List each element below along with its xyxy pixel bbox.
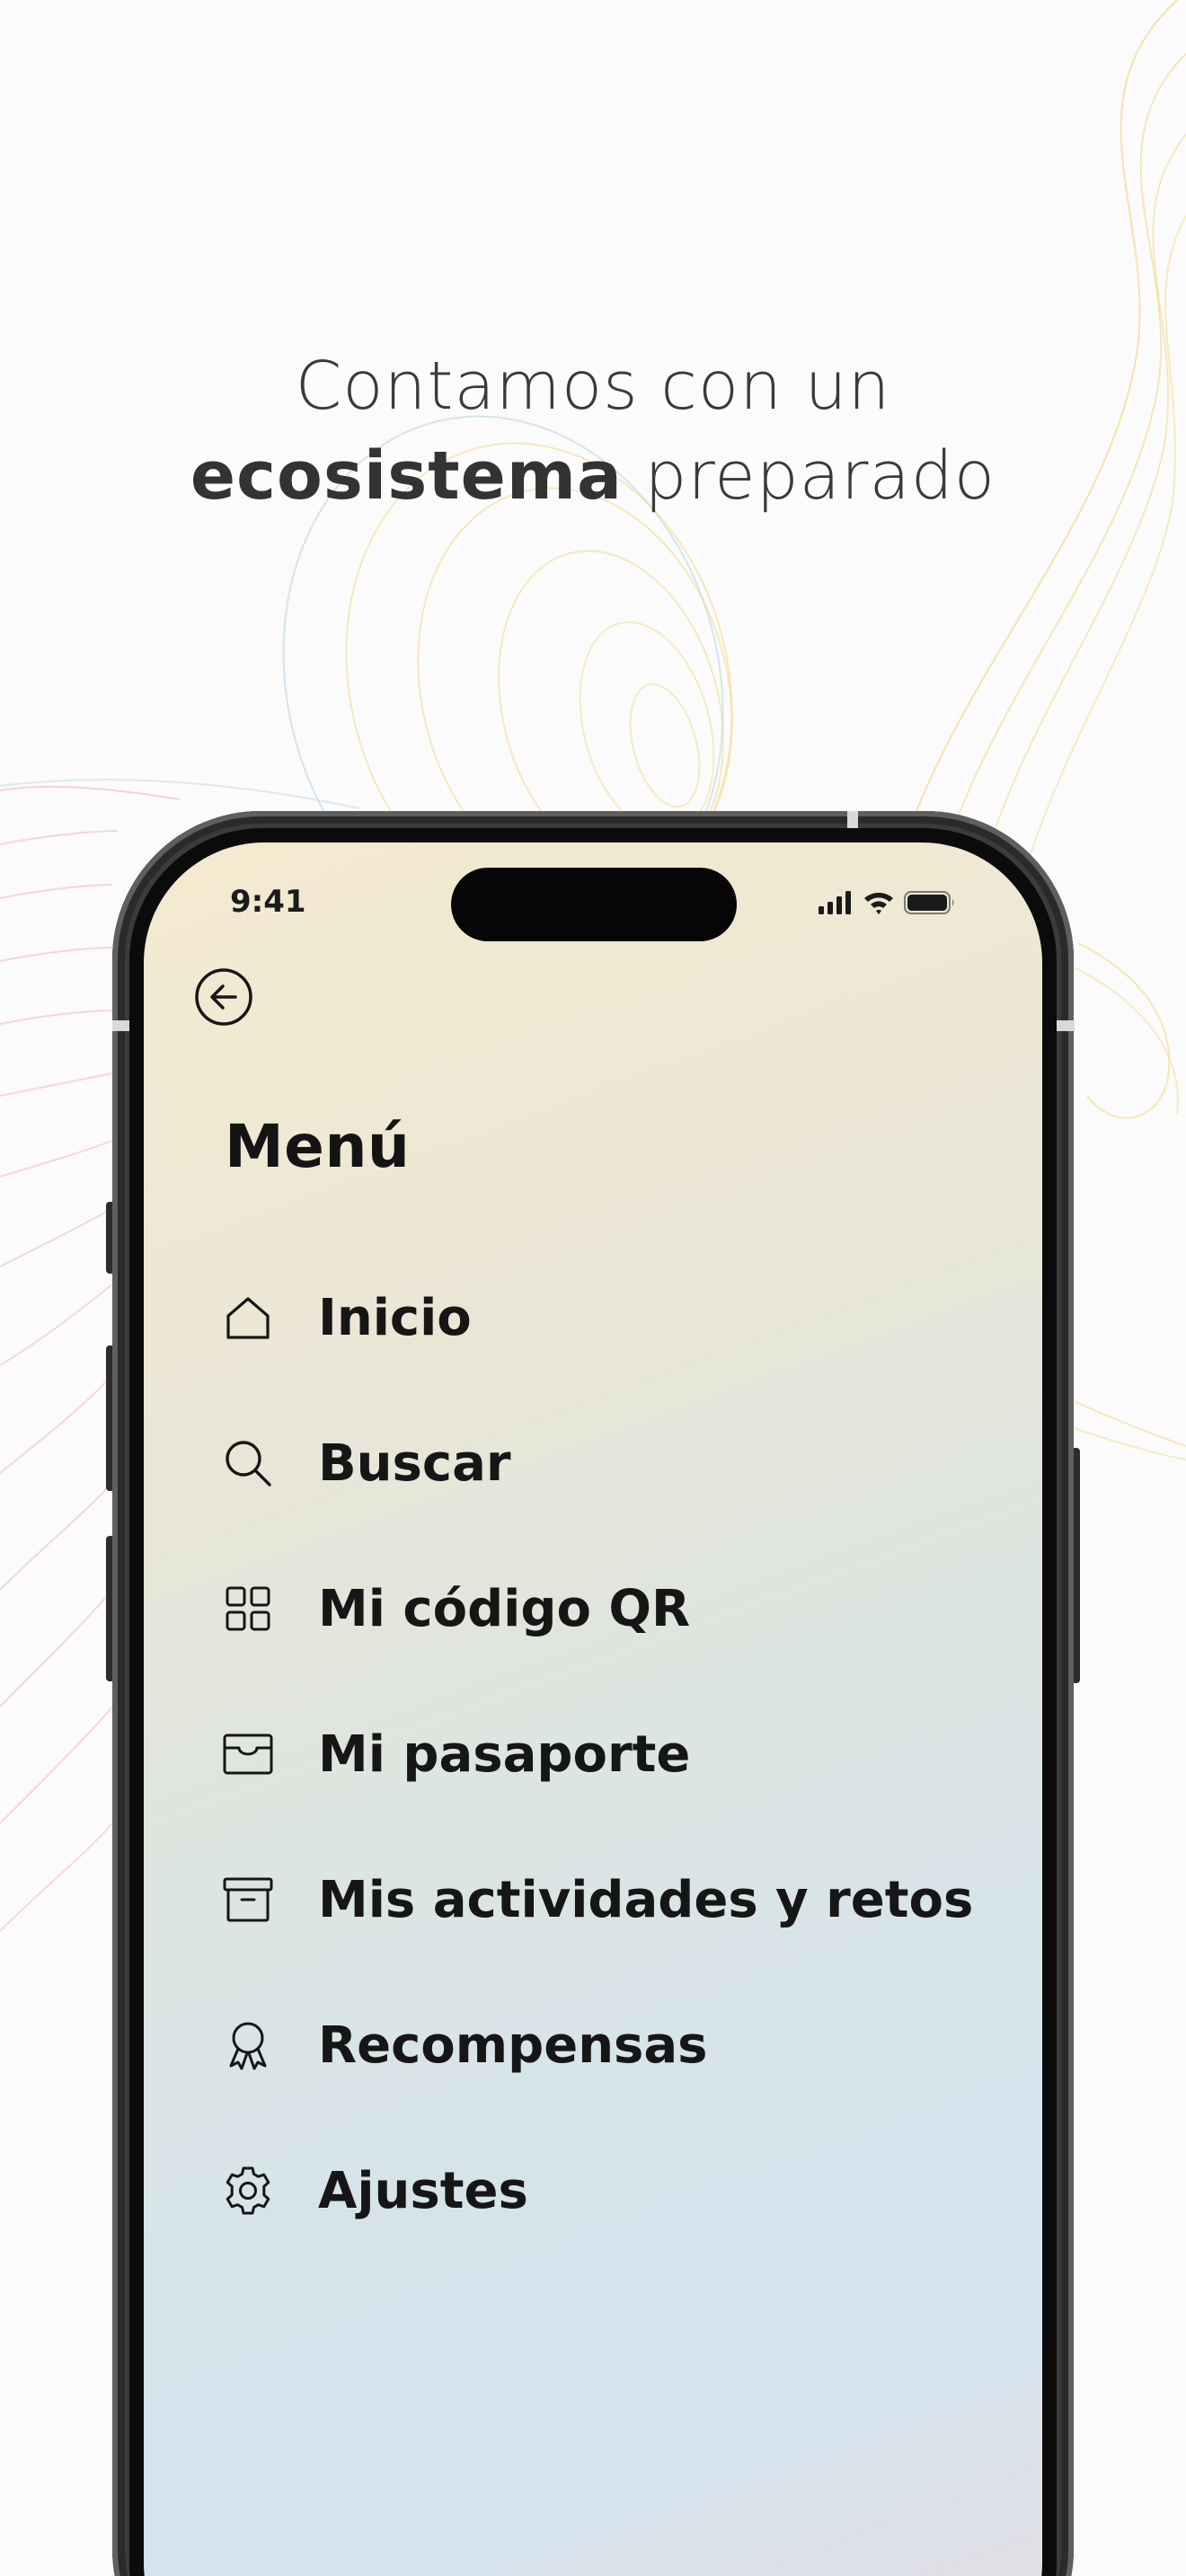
battery-icon: [904, 891, 954, 914]
headline-line1: Contamos con un: [295, 348, 891, 425]
menu-item-label: Mis actividades y retos: [318, 1870, 974, 1929]
headline-line2-rest: preparado: [622, 437, 996, 515]
cellular-signal-icon: [819, 891, 851, 914]
headline-bold-word: ecosistema: [190, 437, 623, 515]
arrow-left-circle-icon[interactable]: [194, 967, 253, 1027]
phone-screen: 9:41 Menú Inicio Buscar Mi código QR Mi …: [144, 842, 1042, 2576]
menu-item-label: Buscar: [318, 1434, 511, 1493]
wallet-icon: [221, 1727, 275, 1781]
menu-item-mi-codigo-qr[interactable]: Mi código QR: [221, 1536, 1030, 1681]
headline: Contamos con un ecosistema preparado: [0, 341, 1186, 521]
menu-item-ajustes[interactable]: Ajustes: [221, 2118, 1030, 2263]
frame-antenna-line: [1057, 1020, 1075, 1031]
menu-item-inicio[interactable]: Inicio: [221, 1245, 1030, 1390]
gear-icon: [221, 2164, 275, 2218]
frame-antenna-line: [847, 811, 858, 829]
search-icon: [221, 1436, 275, 1490]
dynamic-island: [451, 868, 737, 941]
menu-item-label: Inicio: [318, 1288, 472, 1347]
page: Contamos con un ecosistema preparado 9:4…: [0, 0, 1186, 2576]
menu-item-label: Recompensas: [318, 2016, 708, 2075]
home-icon: [221, 1291, 275, 1345]
archive-icon: [221, 1873, 275, 1927]
headline-line2: ecosistema preparado: [0, 431, 1186, 521]
award-icon: [221, 2018, 275, 2072]
menu-item-label: Mi pasaporte: [318, 1725, 691, 1784]
menu-item-label: Ajustes: [318, 2161, 528, 2220]
menu-item-buscar[interactable]: Buscar: [221, 1390, 1030, 1536]
menu-item-mi-pasaporte[interactable]: Mi pasaporte: [221, 1681, 1030, 1827]
wifi-icon: [864, 892, 893, 914]
menu-item-label: Mi código QR: [318, 1579, 691, 1638]
frame-antenna-line: [112, 1020, 130, 1031]
menu-title: Menú: [225, 1112, 411, 1181]
menu-item-mis-actividades-y-retos[interactable]: Mis actividades y retos: [221, 1827, 1030, 1972]
status-time: 9:41: [230, 884, 306, 920]
menu-list: Inicio Buscar Mi código QR Mi pasaporte …: [221, 1245, 1030, 2263]
status-icons: [818, 889, 956, 916]
menu-item-recompensas[interactable]: Recompensas: [221, 1972, 1030, 2118]
grid-icon: [221, 1582, 275, 1636]
